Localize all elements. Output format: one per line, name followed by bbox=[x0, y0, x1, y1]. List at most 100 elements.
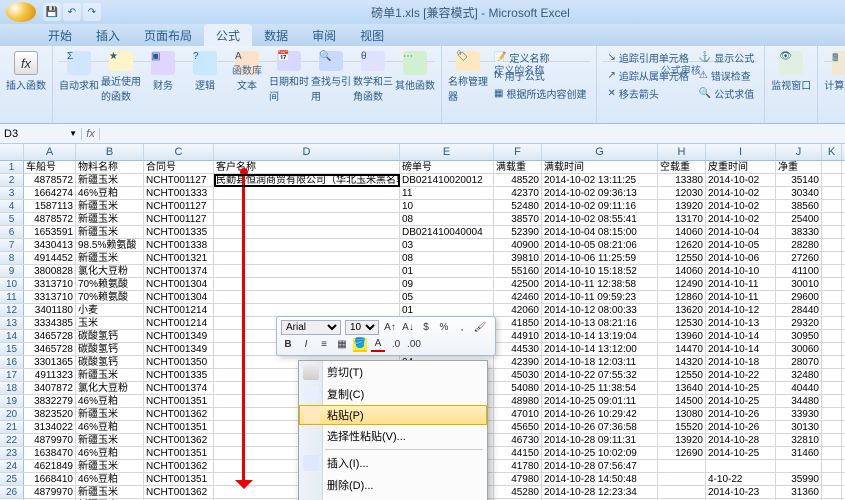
evaluate-button[interactable]: 🔍公式求值 bbox=[695, 85, 758, 102]
cell[interactable] bbox=[822, 447, 842, 459]
cell[interactable]: DB021410020012 bbox=[400, 174, 494, 186]
cell[interactable]: 4879970 bbox=[24, 486, 76, 498]
cell[interactable]: 13920 bbox=[658, 200, 706, 212]
cell[interactable]: 30060 bbox=[776, 343, 822, 355]
cell[interactable]: 3465728 bbox=[24, 330, 76, 342]
cell[interactable]: 2014-10-28 09:11:31 bbox=[542, 434, 658, 446]
cell[interactable]: 31460 bbox=[776, 447, 822, 459]
cell[interactable]: 31360 bbox=[776, 486, 822, 498]
cell[interactable]: 48980 bbox=[494, 395, 542, 407]
col-head-F[interactable]: F bbox=[494, 144, 542, 160]
cell[interactable] bbox=[822, 421, 842, 433]
tab-1[interactable]: 插入 bbox=[84, 24, 132, 46]
cell[interactable]: 2014-10-22 07:55:32 bbox=[542, 369, 658, 381]
cell[interactable]: 2014-10-04 08:15:00 bbox=[542, 226, 658, 238]
tab-2[interactable]: 页面布局 bbox=[132, 24, 204, 46]
cell[interactable]: NCHT001351 bbox=[144, 473, 214, 485]
cell[interactable]: 小麦 bbox=[76, 304, 144, 316]
datetime-button[interactable]: 📅日期和时间 bbox=[269, 49, 309, 103]
cell[interactable]: 2014-10-10 15:18:52 bbox=[542, 265, 658, 277]
cell[interactable] bbox=[822, 473, 842, 485]
cell[interactable]: 新疆玉米 bbox=[76, 213, 144, 225]
cell[interactable]: 2014-10-28 14:50:48 bbox=[542, 473, 658, 485]
cell[interactable] bbox=[822, 317, 842, 329]
row-head-22[interactable]: 22 bbox=[0, 434, 24, 446]
cell[interactable]: 4-10-22 bbox=[706, 473, 776, 485]
cell[interactable]: 3301365 bbox=[24, 356, 76, 368]
cell[interactable] bbox=[822, 161, 842, 173]
row-head-16[interactable]: 16 bbox=[0, 356, 24, 368]
fill-color-button[interactable]: 🪣 bbox=[353, 338, 367, 352]
cell[interactable]: 27260 bbox=[776, 252, 822, 264]
cell[interactable]: 13960 bbox=[658, 330, 706, 342]
cell[interactable]: 净重 bbox=[776, 161, 822, 173]
cell[interactable]: 52390 bbox=[494, 226, 542, 238]
cell[interactable]: 41780 bbox=[494, 460, 542, 472]
worksheet-grid[interactable]: ABCDEFGHIJK 1车船号物料名称合同号客户名称磅单号满载重满载时间空载重… bbox=[0, 144, 845, 500]
cell[interactable]: NCHT001351 bbox=[144, 395, 214, 407]
cell[interactable]: 2014-10-14 13:12:00 bbox=[542, 343, 658, 355]
cell[interactable]: 38570 bbox=[494, 213, 542, 225]
cell[interactable]: NCHT001214 bbox=[144, 317, 214, 329]
cell[interactable]: 3430413 bbox=[24, 239, 76, 251]
col-head-E[interactable]: E bbox=[400, 144, 494, 160]
cell[interactable] bbox=[822, 343, 842, 355]
watch-window-button[interactable]: 👁监视窗口 bbox=[771, 49, 811, 103]
col-head-I[interactable]: I bbox=[706, 144, 776, 160]
cell[interactable] bbox=[822, 382, 842, 394]
cell[interactable]: 4621849 bbox=[24, 460, 76, 472]
row-head-14[interactable]: 14 bbox=[0, 330, 24, 342]
cell[interactable]: 车船号 bbox=[24, 161, 76, 173]
cell[interactable]: 25400 bbox=[776, 213, 822, 225]
cell[interactable]: DB021410040004 bbox=[400, 226, 494, 238]
cell[interactable]: 2014-10-25 bbox=[706, 395, 776, 407]
col-head-H[interactable]: H bbox=[658, 144, 706, 160]
ctx-item-2[interactable]: 粘贴(P) bbox=[299, 405, 487, 425]
cell[interactable]: 14500 bbox=[658, 395, 706, 407]
cell[interactable]: 44150 bbox=[494, 447, 542, 459]
context-menu[interactable]: 剪切(T)复制(C)粘贴(P)选择性粘贴(V)...插入(I)...删除(D).… bbox=[298, 360, 488, 500]
cell[interactable]: NCHT001374 bbox=[144, 382, 214, 394]
cell[interactable]: 12550 bbox=[658, 252, 706, 264]
cell[interactable]: 2014-10-28 bbox=[706, 434, 776, 446]
cell[interactable] bbox=[776, 460, 822, 472]
cell[interactable]: 2014-10-14 bbox=[706, 330, 776, 342]
row-head-15[interactable]: 15 bbox=[0, 343, 24, 355]
cell[interactable] bbox=[822, 226, 842, 238]
cell[interactable]: 46%豆粕 bbox=[76, 395, 144, 407]
cell[interactable]: 2014-10-02 09:11:16 bbox=[542, 200, 658, 212]
cell[interactable]: 09 bbox=[400, 278, 494, 290]
cell[interactable]: 2014-10-02 13:11:25 bbox=[542, 174, 658, 186]
cell[interactable]: NCHT001362 bbox=[144, 408, 214, 420]
cell[interactable]: 13920 bbox=[658, 434, 706, 446]
cell[interactable]: 46%豆粕 bbox=[76, 421, 144, 433]
cell[interactable]: 满载时间 bbox=[542, 161, 658, 173]
cell[interactable] bbox=[822, 265, 842, 277]
cell[interactable]: NCHT001333 bbox=[144, 187, 214, 199]
cell[interactable]: 4911323 bbox=[24, 369, 76, 381]
tab-5[interactable]: 审阅 bbox=[300, 24, 348, 46]
cell[interactable]: 30950 bbox=[776, 330, 822, 342]
cell[interactable]: 1638470 bbox=[24, 447, 76, 459]
cell[interactable]: 15520 bbox=[658, 421, 706, 433]
cell[interactable]: 33930 bbox=[776, 408, 822, 420]
cell[interactable]: 46730 bbox=[494, 434, 542, 446]
size-select[interactable]: 10 bbox=[345, 320, 379, 335]
cell[interactable]: 2014-10-02 bbox=[706, 200, 776, 212]
show-formulas-button[interactable]: ⚓显示公式 bbox=[695, 49, 758, 66]
cell[interactable]: 新疆玉米 bbox=[76, 460, 144, 472]
more-button[interactable]: ⋯其他函数 bbox=[395, 49, 435, 103]
cell[interactable]: NCHT001304 bbox=[144, 291, 214, 303]
cell[interactable]: 2014-10-11 bbox=[706, 291, 776, 303]
bold-button[interactable]: B bbox=[281, 338, 295, 352]
row-head-26[interactable]: 26 bbox=[0, 486, 24, 498]
cell[interactable]: 14470 bbox=[658, 343, 706, 355]
cell[interactable]: 2014-10-22 bbox=[706, 369, 776, 381]
row-head-13[interactable]: 13 bbox=[0, 317, 24, 329]
error-check-button[interactable]: ⚠错误检查 bbox=[695, 67, 758, 84]
cell[interactable]: 11 bbox=[400, 187, 494, 199]
row-head-21[interactable]: 21 bbox=[0, 421, 24, 433]
decrease-decimal-button[interactable]: .0 bbox=[389, 338, 403, 352]
percent-button[interactable]: % bbox=[437, 321, 451, 335]
cell[interactable]: 40900 bbox=[494, 239, 542, 251]
